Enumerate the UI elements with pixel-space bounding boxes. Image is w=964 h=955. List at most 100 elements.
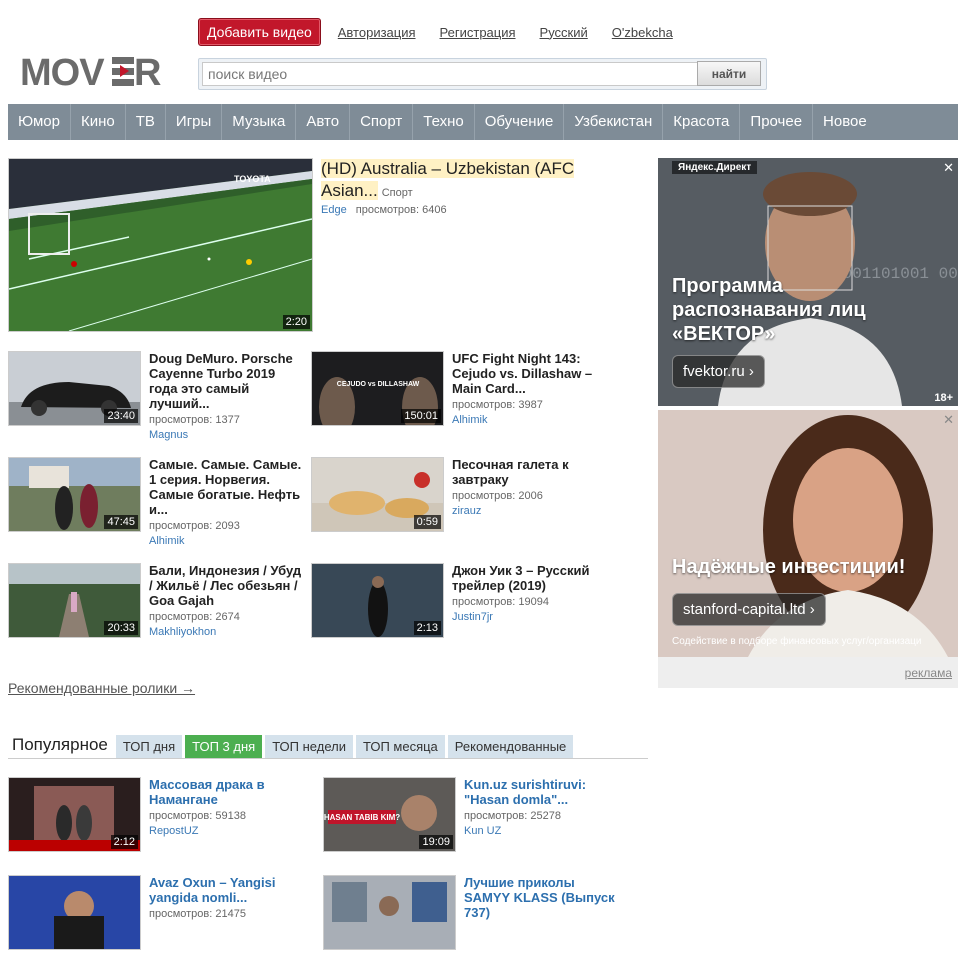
video-views: просмотров: 19094 — [452, 596, 549, 608]
video-title[interactable]: Самые. Самые. Самые. 1 серия. Норвегия. … — [149, 457, 304, 517]
popular-card[interactable]: HASAN TABIB KIM? 19:09 Kun.uz surishtiru… — [323, 777, 623, 857]
duration-badge: 2:20 — [282, 315, 310, 329]
tab-top-month[interactable]: ТОП месяца — [355, 735, 445, 758]
video-views: просмотров: 59138 — [149, 810, 246, 822]
cat-education[interactable]: Обучение — [475, 104, 565, 140]
video-thumbnail[interactable]: 2:13 — [311, 563, 444, 638]
featured-title-text[interactable]: (HD) Australia – Uzbekistan (AFC Asian..… — [321, 159, 575, 200]
popular-card[interactable]: Лучшие приколы SAMYY KLASS (Выпуск 737) — [323, 875, 623, 955]
cat-music[interactable]: Музыка — [222, 104, 297, 140]
video-card[interactable]: 2:13 Джон Уик 3 – Русский трейлер (2019)… — [311, 563, 611, 643]
search-box: найти — [198, 58, 767, 90]
popular-card[interactable]: Avaz Oxun – Yangisi yangida nomli... про… — [8, 875, 308, 955]
video-author[interactable]: Magnus — [149, 429, 188, 441]
video-author[interactable]: Alhimik — [149, 535, 184, 547]
video-card[interactable]: 0:59 Песочная галета к завтраку просмотр… — [311, 457, 611, 537]
tab-recommended[interactable]: Рекомендованные — [447, 735, 574, 758]
video-title[interactable]: Джон Уик 3 – Русский трейлер (2019) — [452, 563, 607, 593]
yandex-direct-label: Яндекс.Директ — [672, 161, 758, 174]
featured-category[interactable]: Спорт — [382, 187, 413, 199]
video-author[interactable]: RepostUZ — [149, 825, 199, 837]
ad-headline-line: «ВЕКТОР» — [672, 323, 776, 345]
ad-url-button[interactable]: fvektor.ru › — [672, 355, 765, 388]
duration-badge: 150:01 — [401, 409, 441, 423]
lang-ru-link[interactable]: Русский — [540, 25, 588, 40]
video-thumbnail[interactable]: 20:33 — [8, 563, 141, 638]
featured-author[interactable]: Edge — [321, 204, 347, 216]
duration-badge: 2:13 — [413, 621, 441, 635]
featured-board-text: TOYOTA — [234, 174, 271, 184]
video-author[interactable]: Justin7jr — [452, 611, 493, 623]
tab-top-day[interactable]: ТОП дня — [115, 735, 183, 758]
duration-badge: 23:40 — [104, 409, 138, 423]
popular-card[interactable]: 2:12 Массовая драка в Намангане просмотр… — [8, 777, 308, 857]
video-title[interactable]: Бали, Индонезия / Убуд / Жильё / Лес обе… — [149, 563, 304, 608]
video-title[interactable]: Песочная галета к завтраку — [452, 457, 607, 487]
ad-headline-line: распознавания лиц — [672, 299, 866, 321]
video-thumbnail[interactable]: 0:59 — [311, 457, 444, 532]
video-views: просмотров: 2674 — [149, 611, 240, 623]
search-button[interactable]: найти — [697, 61, 761, 86]
ad-investments[interactable]: ✕ Надёжные инвестиции! stanford-capital.… — [658, 410, 958, 657]
register-link[interactable]: Регистрация — [440, 25, 516, 40]
cat-beauty[interactable]: Красота — [663, 104, 741, 140]
featured-thumbnail[interactable]: TOYOTA 2:20 — [8, 158, 313, 332]
video-title[interactable]: Avaz Oxun – Yangisi yangida nomli... — [149, 875, 304, 905]
cat-uzbekistan[interactable]: Узбекистан — [564, 104, 664, 140]
video-author[interactable]: Makhliyokhon — [149, 626, 216, 638]
video-title[interactable]: UFC Fight Night 143: Cejudo vs. Dillasha… — [452, 351, 607, 396]
ad-headline-line: Программа — [672, 275, 783, 297]
ad-url-button[interactable]: stanford-capital.ltd › — [672, 593, 826, 626]
video-thumbnail[interactable]: 23:40 — [8, 351, 141, 426]
video-author[interactable]: zirauz — [452, 505, 481, 517]
cat-new[interactable]: Новое — [813, 104, 877, 140]
featured-title[interactable]: (HD) Australia – Uzbekistan (AFC Asian..… — [321, 158, 611, 204]
video-title[interactable]: Лучшие приколы SAMYY KLASS (Выпуск 737) — [464, 875, 619, 920]
video-author[interactable]: Kun UZ — [464, 825, 501, 837]
ad-face-recognition[interactable]: 1001101001 0011 Яндекс.Директ ✕ Программ… — [658, 158, 958, 406]
tab-top-3-days[interactable]: ТОП 3 дня — [185, 735, 263, 758]
cat-cinema[interactable]: Кино — [71, 104, 126, 140]
video-card[interactable]: CEJUDO vs DILLASHAW 150:01 UFC Fight Nig… — [311, 351, 611, 431]
ad-headline: Надёжные инвестиции! — [672, 556, 906, 578]
close-icon[interactable]: ✕ — [943, 160, 954, 176]
video-thumbnail[interactable] — [323, 875, 456, 950]
video-title[interactable]: Doug DeMuro. Porsche Cayenne Turbo 2019 … — [149, 351, 304, 411]
video-card[interactable]: 47:45 Самые. Самые. Самые. 1 серия. Норв… — [8, 457, 308, 547]
video-card[interactable]: 23:40 Doug DeMuro. Porsche Cayenne Turbo… — [8, 351, 308, 441]
duration-badge: 2:12 — [110, 835, 138, 849]
search-input[interactable] — [202, 62, 704, 86]
popular-title: Популярное — [12, 735, 108, 754]
video-card[interactable]: 20:33 Бали, Индонезия / Убуд / Жильё / Л… — [8, 563, 308, 643]
cat-humor[interactable]: Юмор — [8, 104, 71, 140]
age-rating: 18+ — [934, 392, 953, 404]
ad-headline: Программа распознавания лиц «ВЕКТОР» — [672, 274, 866, 346]
video-thumbnail[interactable] — [8, 875, 141, 950]
ad-disclaimer: Содействие в подборе финансовых услуг/ор… — [672, 636, 922, 647]
logo[interactable]: MOV R — [20, 52, 172, 94]
popular-thumb-text: HASAN TABIB KIM? — [324, 813, 400, 822]
video-thumbnail[interactable]: 47:45 — [8, 457, 141, 532]
ad-footer-link[interactable]: реклама — [905, 666, 952, 680]
video-views: просмотров: 1377 — [149, 414, 240, 426]
close-icon[interactable]: ✕ — [943, 412, 954, 428]
cat-auto[interactable]: Авто — [296, 104, 351, 140]
tab-top-week[interactable]: ТОП недели — [265, 735, 353, 758]
cat-other[interactable]: Прочее — [740, 104, 814, 140]
cat-techno[interactable]: Техно — [413, 104, 475, 140]
video-thumbnail[interactable]: HASAN TABIB KIM? 19:09 — [323, 777, 456, 852]
cat-sport[interactable]: Спорт — [350, 104, 414, 140]
video-title[interactable]: Массовая драка в Намангане — [149, 777, 304, 807]
recommended-link[interactable]: Рекомендованные ролики → — [8, 680, 195, 696]
video-thumbnail[interactable]: CEJUDO vs DILLASHAW 150:01 — [311, 351, 444, 426]
video-author[interactable]: Alhimik — [452, 414, 487, 426]
video-title[interactable]: Kun.uz surishtiruvi: "Hasan domla"... — [464, 777, 619, 807]
login-link[interactable]: Авторизация — [338, 25, 416, 40]
add-video-button[interactable]: Добавить видео — [198, 18, 321, 46]
cat-games[interactable]: Игры — [166, 104, 223, 140]
cat-tv[interactable]: ТВ — [126, 104, 166, 140]
duration-badge: 19:09 — [419, 835, 453, 849]
lang-uz-link[interactable]: O'zbekcha — [612, 25, 673, 40]
video-views: просмотров: 2006 — [452, 490, 543, 502]
video-thumbnail[interactable]: 2:12 — [8, 777, 141, 852]
